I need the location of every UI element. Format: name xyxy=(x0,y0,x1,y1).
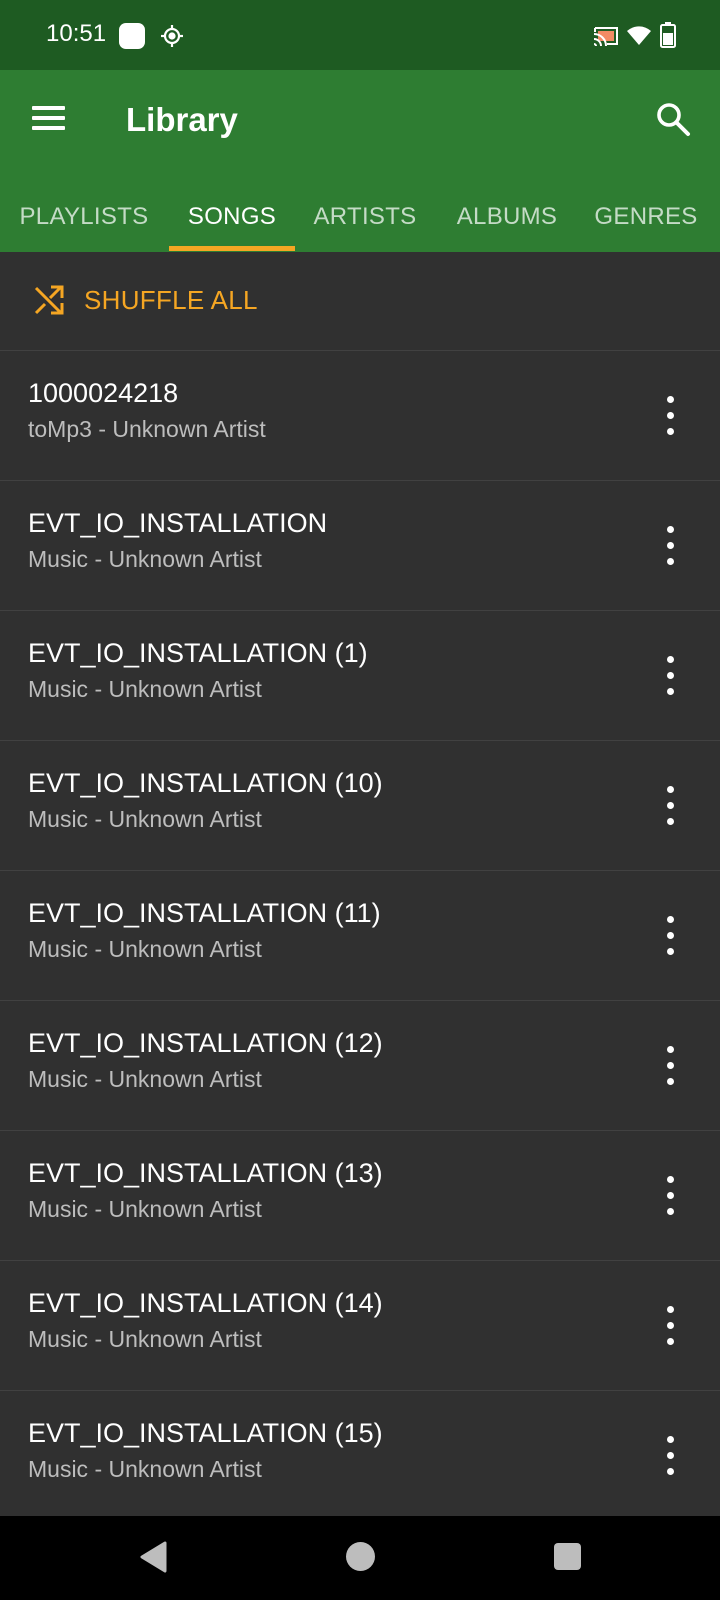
status-bar: 10:51 xyxy=(0,0,720,70)
song-title: EVT_IO_INSTALLATION (1) xyxy=(28,638,368,668)
song-subtitle: Music - Unknown Artist xyxy=(28,1326,262,1352)
notification-icon xyxy=(119,23,145,49)
tab-playlists[interactable]: PLAYLISTS xyxy=(0,182,168,252)
battery-icon xyxy=(660,22,676,53)
song-subtitle: Music - Unknown Artist xyxy=(28,676,262,702)
tab-indicator xyxy=(169,246,295,251)
recents-icon[interactable] xyxy=(554,1543,581,1570)
song-title: 1000024218 xyxy=(28,378,179,408)
song-title: EVT_IO_INSTALLATION (10) xyxy=(28,768,383,798)
tab-genres[interactable]: GENRES xyxy=(584,182,708,252)
song-subtitle: Music - Unknown Artist xyxy=(28,1456,262,1482)
song-subtitle: Music - Unknown Artist xyxy=(28,1066,262,1092)
more-options-icon[interactable] xyxy=(650,1041,692,1091)
status-time: 10:51 xyxy=(46,20,107,47)
back-icon[interactable] xyxy=(138,1540,168,1579)
song-title: EVT_IO_INSTALLATION (13) xyxy=(28,1158,383,1188)
tab-bar: PLAYLISTS SONGS ARTISTS ALBUMS GENRES xyxy=(0,182,720,252)
list-item[interactable]: 1000024218 toMp3 - Unknown Artist xyxy=(0,351,720,481)
shuffle-icon xyxy=(33,284,65,321)
list-item[interactable]: EVT_IO_INSTALLATION (15) Music - Unknown… xyxy=(0,1391,720,1521)
more-options-icon[interactable] xyxy=(650,1301,692,1351)
gps-icon xyxy=(160,24,184,53)
list-item[interactable]: EVT_IO_INSTALLATION (13) Music - Unknown… xyxy=(0,1131,720,1261)
tab-artists[interactable]: ARTISTS xyxy=(298,182,432,252)
more-options-icon[interactable] xyxy=(650,521,692,571)
wifi-icon xyxy=(626,23,652,52)
more-options-icon[interactable] xyxy=(650,1171,692,1221)
song-subtitle: Music - Unknown Artist xyxy=(28,806,262,832)
song-subtitle: Music - Unknown Artist xyxy=(28,546,262,572)
song-title: EVT_IO_INSTALLATION (15) xyxy=(28,1418,383,1448)
more-options-icon[interactable] xyxy=(650,911,692,961)
list-item[interactable]: EVT_IO_INSTALLATION Music - Unknown Arti… xyxy=(0,481,720,611)
screen: 10:51 Library PLAYLISTS SONGS ARTISTS AL… xyxy=(0,0,720,1600)
song-title: EVT_IO_INSTALLATION (12) xyxy=(28,1028,383,1058)
list-item[interactable]: EVT_IO_INSTALLATION (11) Music - Unknown… xyxy=(0,871,720,1001)
system-nav-bar xyxy=(0,1516,720,1600)
song-subtitle: toMp3 - Unknown Artist xyxy=(28,416,266,442)
home-icon[interactable] xyxy=(346,1542,375,1571)
app-bar: Library PLAYLISTS SONGS ARTISTS ALBUMS G… xyxy=(0,70,720,252)
search-icon[interactable] xyxy=(652,98,696,142)
list-item[interactable]: EVT_IO_INSTALLATION (10) Music - Unknown… xyxy=(0,741,720,871)
tab-albums[interactable]: ALBUMS xyxy=(440,182,574,252)
song-title: EVT_IO_INSTALLATION (14) xyxy=(28,1288,383,1318)
song-title: EVT_IO_INSTALLATION (11) xyxy=(28,898,381,928)
song-title: EVT_IO_INSTALLATION xyxy=(28,508,328,538)
song-list: 1000024218 toMp3 - Unknown Artist EVT_IO… xyxy=(0,351,720,1521)
cast-icon xyxy=(593,24,619,53)
more-options-icon[interactable] xyxy=(650,1431,692,1481)
more-options-icon[interactable] xyxy=(650,391,692,441)
shuffle-all-label: SHUFFLE ALL xyxy=(84,285,258,315)
more-options-icon[interactable] xyxy=(650,781,692,831)
list-item[interactable]: EVT_IO_INSTALLATION (1) Music - Unknown … xyxy=(0,611,720,741)
more-options-icon[interactable] xyxy=(650,651,692,701)
list-item[interactable]: EVT_IO_INSTALLATION (12) Music - Unknown… xyxy=(0,1001,720,1131)
shuffle-all-button[interactable]: SHUFFLE ALL xyxy=(0,252,720,350)
tab-songs[interactable]: SONGS xyxy=(169,182,295,252)
song-subtitle: Music - Unknown Artist xyxy=(28,936,262,962)
page-title: Library xyxy=(126,101,238,138)
menu-icon[interactable] xyxy=(24,98,74,142)
list-item[interactable]: EVT_IO_INSTALLATION (14) Music - Unknown… xyxy=(0,1261,720,1391)
song-subtitle: Music - Unknown Artist xyxy=(28,1196,262,1222)
